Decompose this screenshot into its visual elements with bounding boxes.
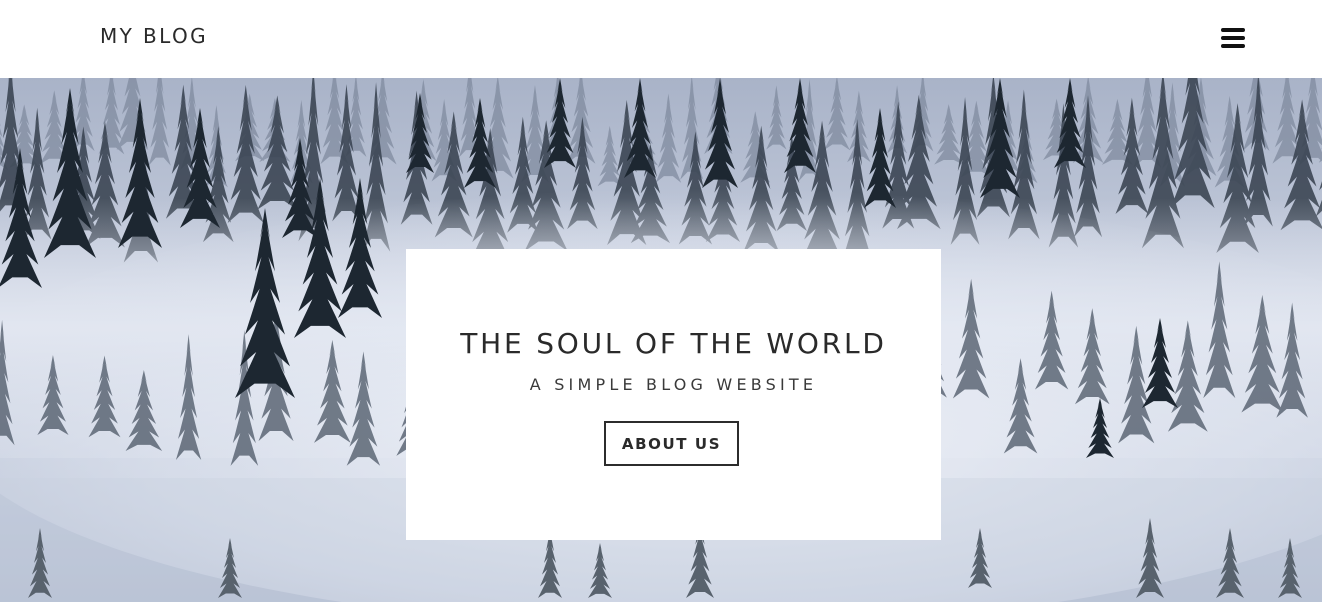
top-navbar: MY BLOG bbox=[0, 0, 1322, 78]
about-us-button[interactable]: ABOUT US bbox=[604, 421, 739, 466]
hamburger-line bbox=[1221, 44, 1245, 48]
hero-title: THE SOUL OF THE WORLD bbox=[460, 327, 887, 360]
hamburger-icon[interactable] bbox=[1221, 28, 1245, 50]
hero-card: THE SOUL OF THE WORLD A SIMPLE BLOG WEBS… bbox=[406, 249, 941, 540]
hamburger-line bbox=[1221, 28, 1245, 32]
hero-section: THE SOUL OF THE WORLD A SIMPLE BLOG WEBS… bbox=[0, 78, 1322, 602]
hero-subtitle: A SIMPLE BLOG WEBSITE bbox=[529, 375, 818, 394]
site-brand[interactable]: MY BLOG bbox=[100, 24, 208, 48]
hamburger-line bbox=[1221, 36, 1245, 40]
